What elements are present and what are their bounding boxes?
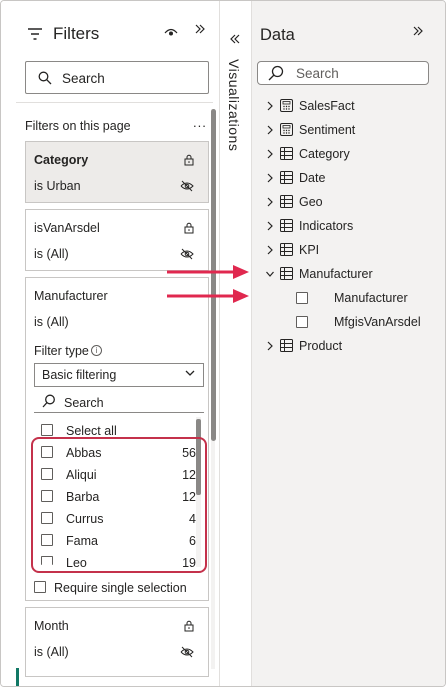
chevron-right-icon[interactable]	[266, 101, 274, 111]
select-all-label: Select all	[66, 424, 117, 438]
filters-search-input[interactable]: Search	[25, 61, 209, 94]
eye-off-icon[interactable]	[180, 646, 194, 658]
visualizations-collapsed-pane[interactable]: Visualizations	[219, 1, 251, 686]
table-icon	[280, 147, 293, 160]
filter-card-subtitle: is (All)	[34, 645, 69, 659]
data-search-input[interactable]: Search	[257, 61, 429, 85]
table-icon	[280, 219, 293, 232]
tree-item-label: SalesFact	[299, 99, 355, 113]
tree-item-label: Category	[299, 147, 350, 161]
lock-icon[interactable]	[184, 154, 194, 166]
filter-type-label: Filter type	[34, 344, 89, 358]
filter-card-isvanarsdel[interactable]: isVanArsdel is (All)	[25, 209, 209, 271]
tree-item-label: Date	[299, 171, 326, 185]
require-single-label: Require single selection	[54, 581, 187, 595]
filters-title: Filters	[53, 24, 100, 43]
lock-icon[interactable]	[184, 222, 194, 234]
tree-item-kpi[interactable]: KPI	[252, 241, 445, 261]
select-all-checkbox[interactable]	[41, 424, 53, 436]
table-icon	[280, 339, 293, 352]
filters-search-placeholder: Search	[62, 71, 105, 86]
field-item-mfgisvanarsdel[interactable]: MfgisVanArsdel	[252, 313, 445, 333]
field-item-manufacturer[interactable]: Manufacturer	[252, 289, 445, 309]
data-title: Data	[260, 26, 295, 44]
chevron-right-icon[interactable]	[266, 221, 274, 231]
calculator-table-icon	[280, 99, 293, 112]
field-checkbox[interactable]	[296, 292, 308, 304]
eye-off-icon[interactable]	[180, 248, 194, 260]
chevron-right-icon[interactable]	[266, 197, 274, 207]
tree-item-category[interactable]: Category	[252, 145, 445, 165]
tree-item-label: Sentiment	[299, 123, 356, 137]
filters-pane: Filters Search Filters on this page ... …	[1, 1, 219, 686]
filter-card-subtitle: is (All)	[34, 315, 69, 329]
section-label: Filters on this page	[25, 119, 131, 133]
lock-icon[interactable]	[184, 620, 194, 632]
filter-type-dropdown[interactable]: Basic filtering	[34, 363, 204, 387]
filter-lines-icon	[28, 28, 42, 40]
filter-card-category[interactable]: Category is Urban	[25, 141, 209, 203]
expand-visualizations-icon[interactable]	[229, 33, 241, 45]
calculator-table-icon	[280, 123, 293, 136]
search-icon	[268, 65, 284, 81]
tree-item-label: Indicators	[299, 219, 354, 233]
tree-item-salesfact[interactable]: SalesFact	[252, 97, 445, 117]
chevron-down-icon	[185, 370, 195, 376]
options-highlight-box	[31, 437, 207, 573]
tree-item-indicators[interactable]: Indicators	[252, 217, 445, 237]
tree-item-label: Product	[299, 339, 343, 353]
filter-card-subtitle: is (All)	[34, 247, 69, 261]
collapse-data-icon[interactable]	[412, 25, 424, 37]
collapse-filters-icon[interactable]	[194, 23, 206, 35]
table-icon	[280, 243, 293, 256]
app-frame: Filters Search Filters on this page ... …	[0, 0, 446, 687]
data-pane: Data Search SalesFact Sentiment Category…	[251, 1, 445, 686]
info-icon[interactable]: i	[91, 345, 102, 356]
table-icon	[280, 267, 293, 280]
field-label: Manufacturer	[334, 291, 408, 305]
filter-values-search-input[interactable]: Search	[34, 391, 204, 413]
eye-off-icon[interactable]	[180, 180, 194, 192]
chevron-right-icon[interactable]	[266, 341, 274, 351]
tree-item-label: Manufacturer	[299, 267, 373, 281]
tree-item-geo[interactable]: Geo	[252, 193, 445, 213]
chevron-right-icon[interactable]	[266, 125, 274, 135]
require-single-checkbox[interactable]	[34, 581, 46, 593]
table-icon	[280, 195, 293, 208]
filter-values-search-placeholder: Search	[64, 396, 104, 410]
eye-icon[interactable]	[164, 25, 178, 39]
tree-item-label: Geo	[299, 195, 323, 209]
tree-item-product[interactable]: Product	[252, 337, 445, 357]
tree-item-date[interactable]: Date	[252, 169, 445, 189]
field-label: MfgisVanArsdel	[334, 315, 421, 329]
filter-type-value: Basic filtering	[42, 368, 117, 382]
filter-card-title: Category	[34, 153, 89, 167]
status-indicator	[16, 668, 19, 686]
data-search-placeholder: Search	[296, 66, 339, 81]
chevron-down-icon[interactable]	[266, 269, 274, 279]
arrow-icon	[167, 265, 249, 279]
tree-item-label: KPI	[299, 243, 320, 257]
table-icon	[280, 171, 293, 184]
more-options-icon[interactable]: ...	[193, 115, 207, 130]
divider	[16, 102, 213, 103]
search-underline	[34, 412, 204, 413]
tree-item-sentiment[interactable]: Sentiment	[252, 121, 445, 141]
search-icon	[42, 394, 55, 408]
filter-card-month[interactable]: Month is (All)	[25, 607, 209, 677]
chevron-right-icon[interactable]	[266, 245, 274, 255]
filter-card-title: Month	[34, 619, 69, 633]
visualizations-label[interactable]: Visualizations	[226, 59, 242, 151]
search-icon	[38, 71, 52, 85]
field-checkbox[interactable]	[296, 316, 308, 328]
chevron-right-icon[interactable]	[266, 149, 274, 159]
filter-card-subtitle: is Urban	[34, 179, 81, 193]
filter-card-title: isVanArsdel	[34, 221, 100, 235]
filter-card-title: Manufacturer	[34, 289, 108, 303]
chevron-right-icon[interactable]	[266, 173, 274, 183]
tree-item-manufacturer[interactable]: Manufacturer	[252, 265, 445, 285]
arrow-icon	[167, 289, 249, 303]
filters-header: Filters	[1, 17, 219, 53]
